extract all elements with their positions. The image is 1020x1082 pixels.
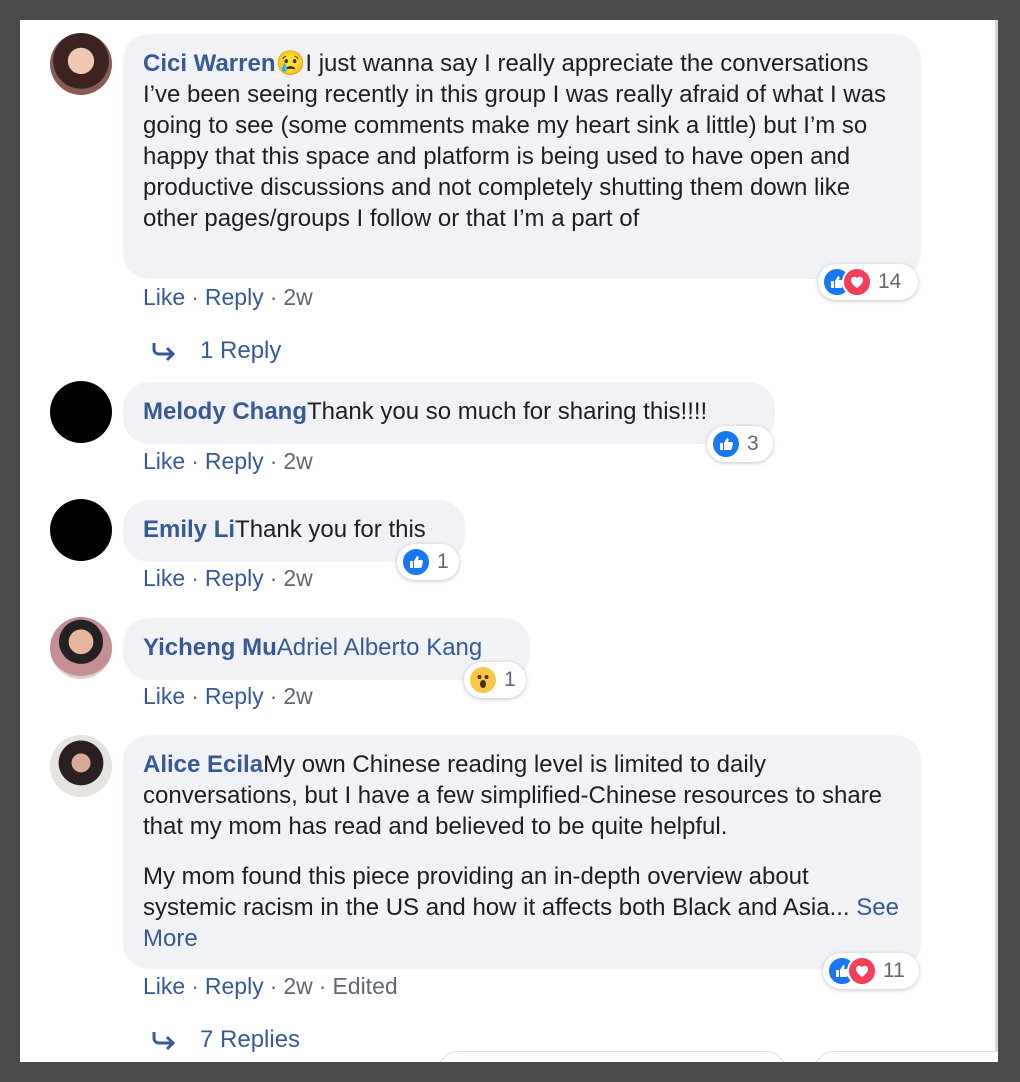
mention-link[interactable]: Adriel Alberto Kang: [277, 634, 482, 661]
floating-chat-tab[interactable]: [438, 1051, 786, 1062]
comment-author[interactable]: Yicheng Mu: [143, 634, 277, 661]
reaction-summary[interactable]: 14: [818, 264, 918, 300]
like-link[interactable]: Like: [143, 284, 185, 310]
reply-link[interactable]: Reply: [205, 448, 264, 474]
comment-author[interactable]: Emily Li: [143, 516, 235, 543]
separator: ·: [191, 565, 199, 591]
comment-actions: Like · Reply · 2w: [143, 563, 313, 593]
comment-author[interactable]: Alice Ecila: [143, 751, 263, 778]
reply-arrow-icon: [152, 1032, 176, 1051]
like-link[interactable]: Like: [143, 683, 185, 709]
reply-link[interactable]: Reply: [205, 284, 264, 310]
reply-link[interactable]: Reply: [205, 565, 264, 591]
comment-actions: Like · Reply · 2w · Edited: [143, 971, 398, 1001]
like-icon: [711, 429, 741, 459]
floating-chat-tab[interactable]: [814, 1051, 998, 1062]
comment-actions: Like · Reply · 2w: [143, 446, 313, 476]
comment-actions: Like · Reply · 2w: [143, 282, 313, 312]
comment-paragraph: My mom found this piece providing an in-…: [143, 861, 901, 954]
avatar[interactable]: [50, 381, 112, 443]
comment-time[interactable]: 2w: [283, 284, 312, 310]
reaction-summary[interactable]: 11: [823, 953, 919, 989]
comment-time[interactable]: 2w: [283, 683, 312, 709]
separator: ·: [191, 683, 199, 709]
reaction-summary[interactable]: 1: [464, 662, 526, 698]
comment-bubble: Melody ChangThank you so much for sharin…: [123, 382, 775, 444]
avatar[interactable]: [50, 33, 112, 95]
separator: ·: [269, 565, 278, 591]
reaction-summary[interactable]: 3: [707, 426, 773, 462]
comment-bubble: Alice EcilaMy own Chinese reading level …: [123, 735, 921, 969]
scrollbar[interactable]: [995, 20, 998, 1062]
reaction-summary[interactable]: 1: [397, 544, 459, 580]
separator: ·: [318, 973, 327, 999]
replies-label: 1 Reply: [200, 337, 282, 364]
reply-link[interactable]: Reply: [205, 973, 264, 999]
view-replies-button[interactable]: 7 Replies: [150, 1026, 300, 1054]
comment-bubble: Cici Warren😢I just wanna say I really ap…: [123, 34, 921, 279]
reaction-count: 14: [878, 270, 902, 293]
comment-author[interactable]: Cici Warren: [143, 50, 275, 77]
avatar[interactable]: [50, 617, 112, 679]
replies-label: 7 Replies: [200, 1026, 301, 1053]
like-link[interactable]: Like: [143, 565, 185, 591]
avatar[interactable]: [50, 735, 112, 797]
comment-paragraph: Alice EcilaMy own Chinese reading level …: [143, 749, 901, 842]
comment-time[interactable]: 2w: [283, 565, 312, 591]
comment-text: I just wanna say I really appreciate the…: [143, 50, 887, 232]
comment-author[interactable]: Melody Chang: [143, 398, 307, 425]
separator: ·: [269, 683, 278, 709]
view-replies-button[interactable]: 1 Reply: [150, 337, 281, 365]
like-link[interactable]: Like: [143, 448, 185, 474]
comment-time[interactable]: 2w: [283, 448, 312, 474]
reaction-count: 3: [747, 432, 759, 455]
love-icon: [847, 956, 877, 986]
comments-panel: Cici Warren😢I just wanna say I really ap…: [20, 20, 998, 1062]
like-link[interactable]: Like: [143, 973, 185, 999]
reply-link[interactable]: Reply: [205, 683, 264, 709]
sad-emoji-icon: 😢: [275, 50, 306, 77]
avatar[interactable]: [50, 499, 112, 561]
comment-text: Thank you for this: [235, 516, 426, 543]
separator: ·: [269, 973, 278, 999]
comment-actions: Like · Reply · 2w: [143, 681, 313, 711]
edited-label: Edited: [332, 973, 398, 999]
separator: ·: [191, 973, 199, 999]
comment-time[interactable]: 2w: [283, 973, 312, 999]
separator: ·: [191, 448, 199, 474]
reaction-count: 1: [437, 550, 449, 573]
like-icon: [401, 547, 431, 577]
love-icon: [842, 267, 872, 297]
wow-icon: [468, 665, 498, 695]
separator: ·: [269, 284, 278, 310]
separator: ·: [269, 448, 278, 474]
separator: ·: [191, 284, 199, 310]
reaction-count: 11: [883, 959, 905, 982]
comment-text: My mom found this piece providing an in-…: [143, 863, 850, 921]
comment-text: Thank you so much for sharing this!!!!: [307, 398, 708, 425]
reaction-count: 1: [504, 668, 516, 691]
reply-arrow-icon: [152, 343, 176, 362]
